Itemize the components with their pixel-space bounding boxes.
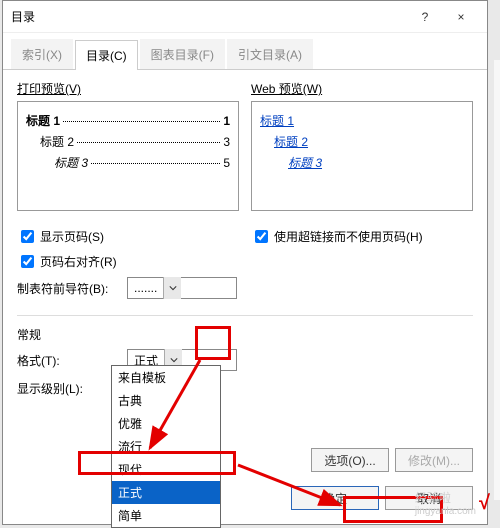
opt-elegant[interactable]: 优雅 <box>112 412 220 435</box>
dialog-title: 目录 <box>11 8 407 25</box>
modify-button[interactable]: 修改(M)... <box>395 448 473 472</box>
tabs: 索引(X) 目录(C) 图表目录(F) 引文目录(A) <box>3 33 487 70</box>
opt-simple[interactable]: 简单 <box>112 504 220 527</box>
leader-label: 制表符前导符(B): <box>17 280 127 297</box>
title-bar: 目录 ? × <box>3 1 487 33</box>
help-button[interactable]: ? <box>407 5 443 29</box>
web-h3: 标题 3 <box>288 156 322 170</box>
general-title: 常规 <box>17 326 473 343</box>
web-h1: 标题 1 <box>260 114 294 128</box>
web-h2: 标题 2 <box>274 135 308 149</box>
tab-cite[interactable]: 引文目录(A) <box>227 39 313 69</box>
print-preview: 标题 11 标题 23 标题 35 <box>17 101 239 211</box>
hyperlink-checkbox[interactable]: 使用超链接而不使用页码(H) <box>251 227 473 246</box>
format-dropdown[interactable]: 来自模板 古典 优雅 流行 现代 正式 简单 <box>111 365 221 528</box>
opt-popular[interactable]: 流行 <box>112 435 220 458</box>
toc-dialog: 目录 ? × 索引(X) 目录(C) 图表目录(F) 引文目录(A) 打印预览(… <box>2 0 488 525</box>
chevron-down-icon <box>163 277 181 299</box>
ok-button[interactable]: 确定 <box>291 486 379 510</box>
web-preview-label: Web 预览(W) <box>251 80 473 97</box>
align-right-checkbox[interactable]: 页码右对齐(R) <box>17 252 239 271</box>
tab-fig[interactable]: 图表目录(F) <box>140 39 225 69</box>
leader-combo[interactable]: ....... <box>127 277 237 299</box>
opt-template[interactable]: 来自模板 <box>112 366 220 389</box>
print-preview-label: 打印预览(V) <box>17 80 239 97</box>
tab-toc[interactable]: 目录(C) <box>75 40 138 70</box>
close-button[interactable]: × <box>443 5 479 29</box>
watermark: 经验啦 jingyanla.com √ <box>415 489 490 517</box>
show-page-checkbox[interactable]: 显示页码(S) <box>17 227 239 246</box>
web-preview: 标题 1 标题 2 标题 3 <box>251 101 473 211</box>
opt-modern[interactable]: 现代 <box>112 458 220 481</box>
opt-classic[interactable]: 古典 <box>112 389 220 412</box>
options-button[interactable]: 选项(O)... <box>311 448 389 472</box>
opt-formal[interactable]: 正式 <box>112 481 220 504</box>
tab-index[interactable]: 索引(X) <box>11 39 73 69</box>
